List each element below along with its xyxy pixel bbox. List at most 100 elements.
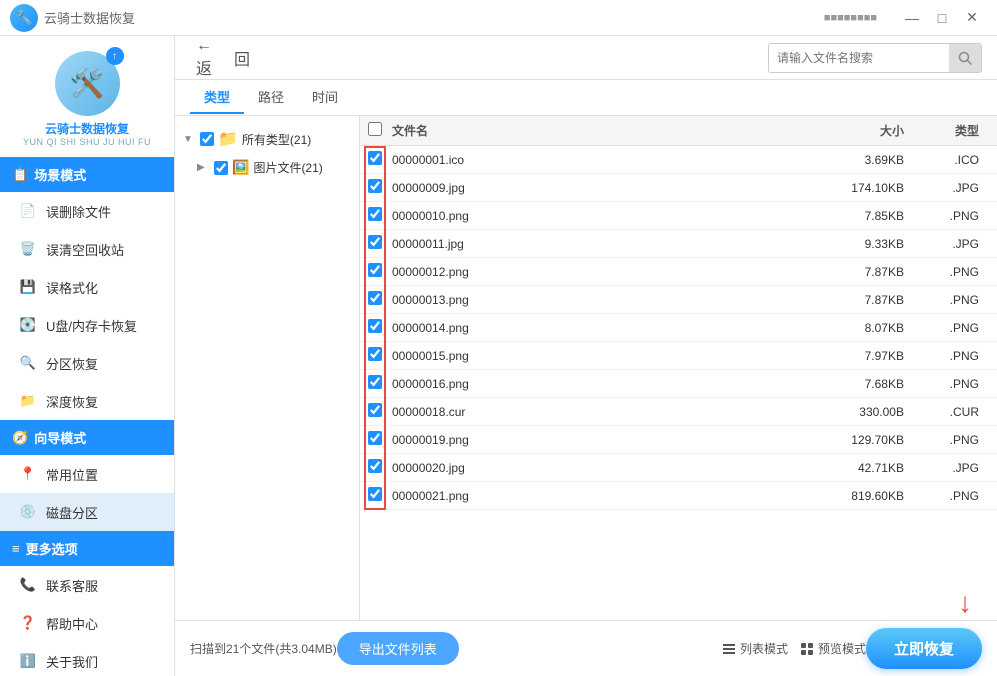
- file-checkbox-1[interactable]: [368, 179, 382, 193]
- content-area: ← 返 回 类型 路径 时间 ▼: [175, 36, 997, 676]
- guide-mode-header: 🧭 向导模式: [0, 420, 174, 455]
- sidebar-item-common[interactable]: 📍 常用位置: [0, 455, 174, 493]
- file-size-1: 174.10KB: [819, 181, 919, 195]
- tab-time[interactable]: 时间: [298, 81, 352, 114]
- error-delete-icon: 📄: [18, 201, 38, 221]
- file-checkbox-2[interactable]: [368, 207, 382, 221]
- file-checkbox-11[interactable]: [368, 459, 382, 473]
- file-type-2: .PNG: [919, 209, 989, 223]
- sidebar-item-recycle[interactable]: 🗑️ 误清空回收站: [0, 230, 174, 268]
- sidebar-item-help[interactable]: ❓ 帮助中心: [0, 604, 174, 642]
- tab-type[interactable]: 类型: [190, 81, 244, 114]
- folder-icon: 📁: [218, 129, 238, 149]
- file-name-10: 00000019.png: [392, 433, 819, 447]
- app-title: 云骑士数据恢复: [44, 8, 824, 27]
- deep-icon: 📁: [18, 391, 38, 411]
- file-checkbox-9[interactable]: [368, 403, 382, 417]
- help-icon: ❓: [18, 613, 38, 633]
- content-toolbar: ← 返 回: [175, 36, 997, 80]
- file-type-9: .CUR: [919, 405, 989, 419]
- titlebar-id: ■■■■■■■■: [824, 12, 877, 24]
- minimize-button[interactable]: —: [897, 6, 927, 30]
- list-view-btn[interactable]: 列表模式: [722, 640, 788, 657]
- tree-images-checkbox[interactable]: [214, 161, 228, 175]
- select-all-checkbox[interactable]: [368, 122, 382, 136]
- close-button[interactable]: ✕: [957, 6, 987, 30]
- header-name: 文件名: [392, 122, 819, 139]
- export-button[interactable]: 导出文件列表: [337, 632, 459, 665]
- file-size-2: 7.85KB: [819, 209, 919, 223]
- file-row: 00000016.png 7.68KB .PNG: [360, 370, 997, 398]
- maximize-button[interactable]: □: [927, 6, 957, 30]
- file-checkbox-8[interactable]: [368, 375, 382, 389]
- forward-button[interactable]: 回: [228, 44, 256, 72]
- preview-view-btn[interactable]: 预览模式: [800, 640, 866, 657]
- file-size-9: 330.00B: [819, 405, 919, 419]
- file-checkbox-6[interactable]: [368, 319, 382, 333]
- tree-images-label: 图片文件(21): [253, 159, 322, 176]
- file-name-7: 00000015.png: [392, 349, 819, 363]
- file-name-0: 00000001.ico: [392, 153, 819, 167]
- guide-mode-icon: 🧭: [12, 430, 28, 446]
- file-checkbox-0[interactable]: [368, 151, 382, 165]
- file-rows-container: 00000001.ico 3.69KB .ICO 00000009.jpg 17…: [360, 146, 997, 510]
- file-name-2: 00000010.png: [392, 209, 819, 223]
- file-name-11: 00000020.jpg: [392, 461, 819, 475]
- file-checkbox-7[interactable]: [368, 347, 382, 361]
- search-button[interactable]: [949, 44, 981, 72]
- file-type-12: .PNG: [919, 489, 989, 503]
- file-checkbox-3[interactable]: [368, 235, 382, 249]
- file-size-7: 7.97KB: [819, 349, 919, 363]
- tree-root-checkbox[interactable]: [200, 132, 214, 146]
- preview-view-icon: [800, 642, 814, 656]
- header-type: 类型: [919, 122, 989, 139]
- file-type-1: .JPG: [919, 181, 989, 195]
- tree-root[interactable]: ▼ 📁 所有类型(21): [175, 124, 359, 154]
- sidebar-item-deep[interactable]: 📁 深度恢复: [0, 382, 174, 420]
- list-view-icon: [722, 642, 736, 656]
- back-button[interactable]: ← 返: [190, 44, 218, 72]
- tree-root-label: 所有类型(21): [242, 131, 311, 148]
- format-icon: 💾: [18, 277, 38, 297]
- sidebar-item-disk[interactable]: 💿 磁盘分区: [0, 493, 174, 531]
- udisk-icon: 💽: [18, 315, 38, 335]
- file-row: 00000014.png 8.07KB .PNG: [360, 314, 997, 342]
- file-checkbox-10[interactable]: [368, 431, 382, 445]
- search-icon: [958, 51, 972, 65]
- file-checkbox-12[interactable]: [368, 487, 382, 501]
- scene-mode-header: 📋 场景模式: [0, 157, 174, 192]
- search-input[interactable]: [769, 44, 949, 72]
- more-options-header: ≡ 更多选项: [0, 531, 174, 566]
- file-area: ▼ 📁 所有类型(21) ▶ 🖼️ 图片文件(21): [175, 116, 997, 620]
- file-type-3: .JPG: [919, 237, 989, 251]
- file-type-7: .PNG: [919, 349, 989, 363]
- sidebar-item-partition[interactable]: 🔍 分区恢复: [0, 344, 174, 382]
- sidebar-item-udisk[interactable]: 💽 U盘/内存卡恢复: [0, 306, 174, 344]
- sidebar-item-format[interactable]: 💾 误格式化: [0, 268, 174, 306]
- file-size-10: 129.70KB: [819, 433, 919, 447]
- search-box: [768, 43, 982, 73]
- file-size-0: 3.69KB: [819, 153, 919, 167]
- tree-images[interactable]: ▶ 🖼️ 图片文件(21): [175, 154, 359, 181]
- preview-view-label: 预览模式: [818, 640, 866, 657]
- file-row: 00000010.png 7.85KB .PNG: [360, 202, 997, 230]
- sidebar-item-about[interactable]: ℹ️ 关于我们: [0, 642, 174, 676]
- file-checkbox-4[interactable]: [368, 263, 382, 277]
- file-list-header: 文件名 大小 类型: [360, 116, 997, 146]
- sidebar-item-error-delete[interactable]: 📄 误删除文件: [0, 192, 174, 230]
- app-logo: 🔧: [10, 4, 38, 32]
- file-row: 00000018.cur 330.00B .CUR: [360, 398, 997, 426]
- file-name-4: 00000012.png: [392, 265, 819, 279]
- file-name-6: 00000014.png: [392, 321, 819, 335]
- recover-button[interactable]: 立即恢复: [866, 628, 982, 669]
- recycle-icon: 🗑️: [18, 239, 38, 259]
- tabs-bar: 类型 路径 时间: [175, 80, 997, 116]
- file-checkbox-5[interactable]: [368, 291, 382, 305]
- titlebar: 🔧 云骑士数据恢复 ■■■■■■■■ — □ ✕: [0, 0, 997, 36]
- file-name-9: 00000018.cur: [392, 405, 819, 419]
- tab-path[interactable]: 路径: [244, 81, 298, 114]
- sidebar-item-contact[interactable]: 📞 联系客服: [0, 566, 174, 604]
- file-type-6: .PNG: [919, 321, 989, 335]
- file-row: 00000009.jpg 174.10KB .JPG: [360, 174, 997, 202]
- file-row: 00000020.jpg 42.71KB .JPG: [360, 454, 997, 482]
